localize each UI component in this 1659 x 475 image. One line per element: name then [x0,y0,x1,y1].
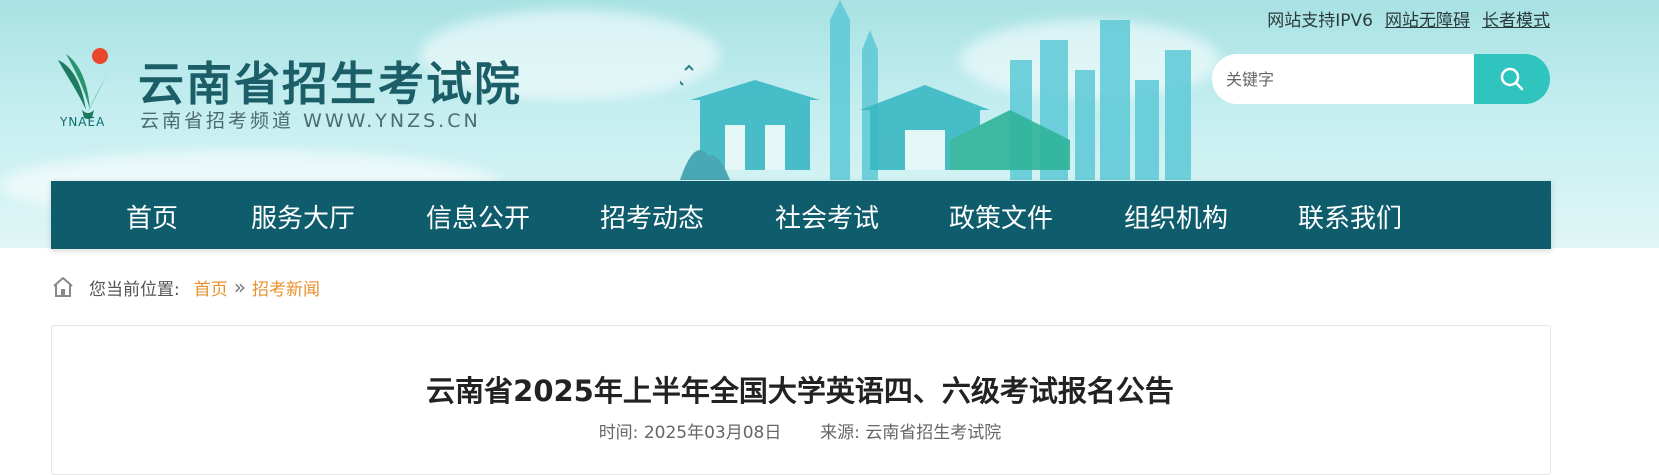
breadcrumb-current-link[interactable]: 招考新闻 [252,275,320,300]
breadcrumb-separator: » [233,275,246,299]
elderly-mode-link[interactable]: 长者模式 [1482,6,1550,31]
top-links: 网站支持IPV6 网站无障碍 长者模式 [1267,6,1550,31]
time-label: 时间: [598,423,639,443]
site-title[interactable]: 云南省招生考试院 [138,48,522,114]
breadcrumb-label: 您当前位置: [89,279,180,300]
source-label: 来源: [820,423,860,443]
source-value: 云南省招生考试院 [865,423,1002,443]
search-icon [1500,67,1524,91]
article-title: 云南省2025年上半年全国大学英语四、六级考试报名公告 [426,374,1174,408]
city-skyline-illustration [680,0,1191,180]
nav-item-service-hall[interactable]: 服务大厅 [251,198,355,235]
breadcrumb: 您当前位置: 首页 » 招考新闻 [51,273,320,301]
logo-abbr: YNAEA [60,115,106,129]
site-subtitle: 云南省招考频道 WWW.YNZS.CN [140,110,481,132]
breadcrumb-home-link[interactable]: 首页 [194,275,228,300]
nav-item-policy[interactable]: 政策文件 [949,198,1053,235]
home-icon [53,277,73,297]
accessibility-link[interactable]: 网站无障碍 [1385,6,1470,31]
search-bar [1212,54,1550,104]
nav-item-home[interactable]: 首页 [126,198,178,235]
ipv6-link[interactable]: 网站支持IPV6 [1267,6,1373,31]
main-nav: 首页 服务大厅 信息公开 招考动态 社会考试 政策文件 组织机构 联系我们 [51,181,1551,249]
nav-item-social-exam[interactable]: 社会考试 [775,198,879,235]
nav-item-contact[interactable]: 联系我们 [1298,198,1402,235]
nav-item-info-public[interactable]: 信息公开 [426,198,530,235]
nav-item-organization[interactable]: 组织机构 [1124,198,1228,235]
nav-item-exam-news[interactable]: 招考动态 [600,198,704,235]
article-meta: 时间: 2025年03月08日 来源: 云南省招生考试院 [0,418,1600,443]
search-input[interactable] [1212,54,1474,104]
search-button[interactable] [1474,54,1550,104]
time-value: 2025年03月08日 [643,423,782,443]
